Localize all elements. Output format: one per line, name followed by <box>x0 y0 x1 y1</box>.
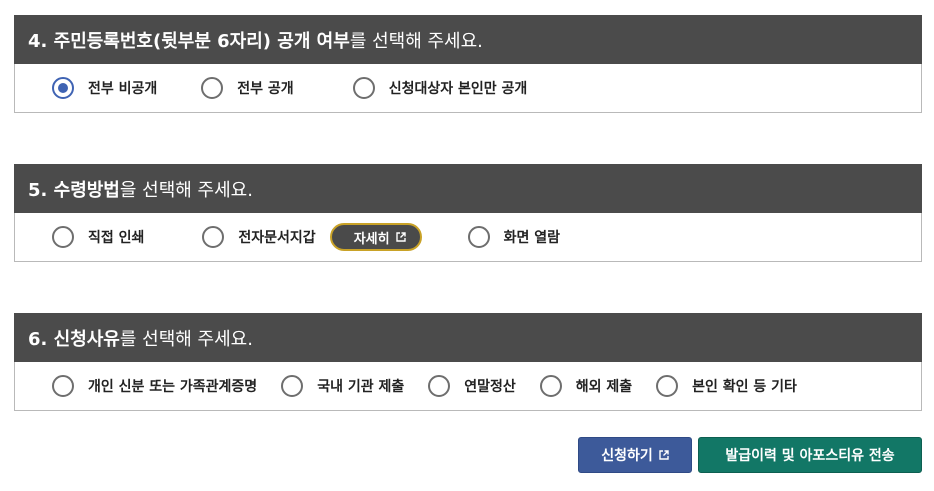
section-receipt-method: 5. 수령방법 을 선택해 주세요. 직접 인쇄 전자문서지갑 자세히 화면 열람 <box>14 164 922 262</box>
option-overseas[interactable]: 해외 제출 <box>539 375 633 397</box>
apply-button-label: 신청하기 <box>601 448 653 464</box>
option-label: 전부 공개 <box>237 81 294 97</box>
section-5-title-suffix: 을 선택해 주세요. <box>119 179 253 201</box>
section-6-title-suffix: 를 선택해 주세요. <box>119 328 253 350</box>
option-label: 화면 열람 <box>503 230 560 246</box>
option-label: 국내 기관 제출 <box>317 379 405 395</box>
option-label: 전자문서지갑 <box>238 230 316 246</box>
radio-icon[interactable] <box>352 77 375 99</box>
issue-history-button-label: 발급이력 및 아포스티유 전송 <box>725 448 895 464</box>
radio-icon[interactable] <box>539 375 562 397</box>
radio-icon[interactable] <box>202 226 225 248</box>
option-label: 연말정산 <box>464 379 516 395</box>
option-label: 신청대상자 본인만 공개 <box>388 81 528 97</box>
radio-icon[interactable] <box>428 375 451 397</box>
section-6-title: 6. 신청사유 <box>28 328 120 350</box>
section-4-title-suffix: 를 선택해 주세요. <box>349 30 483 52</box>
option-direct-print[interactable]: 직접 인쇄 <box>52 226 144 248</box>
radio-icon[interactable] <box>52 375 74 397</box>
section-5-title: 5. 수령방법 <box>28 179 120 201</box>
detail-button-label: 자세히 <box>353 231 390 247</box>
option-all-public[interactable]: 전부 공개 <box>201 77 294 99</box>
section-6-options: 개인 신분 또는 가족관계증명 국내 기관 제출 연말정산 해외 제출 본인 확… <box>14 362 922 411</box>
option-year-end-tax[interactable]: 연말정산 <box>428 375 516 397</box>
radio-icon[interactable] <box>281 375 304 397</box>
option-label: 직접 인쇄 <box>88 230 145 246</box>
option-family-relation[interactable]: 개인 신분 또는 가족관계증명 <box>52 375 257 397</box>
radio-icon[interactable] <box>52 77 74 99</box>
radio-icon[interactable] <box>467 226 490 248</box>
radio-icon[interactable] <box>201 77 224 99</box>
issue-history-apostille-button[interactable]: 발급이력 및 아포스티유 전송 <box>698 437 922 473</box>
option-self-only-public[interactable]: 신청대상자 본인만 공개 <box>352 77 528 99</box>
option-label: 본인 확인 등 기타 <box>692 379 797 395</box>
apply-button[interactable]: 신청하기 <box>578 437 692 473</box>
section-6-header: 6. 신청사유 를 선택해 주세요. <box>14 313 922 362</box>
option-all-private[interactable]: 전부 비공개 <box>52 77 157 99</box>
option-screen-view[interactable]: 화면 열람 <box>467 226 560 248</box>
section-5-options: 직접 인쇄 전자문서지갑 자세히 화면 열람 <box>14 213 922 262</box>
section-application-reason: 6. 신청사유 를 선택해 주세요. 개인 신분 또는 가족관계증명 국내 기관 … <box>14 313 922 411</box>
external-link-icon <box>659 450 669 460</box>
radio-icon[interactable] <box>656 375 679 397</box>
section-4-title: 4. 주민등록번호(뒷부분 6자리) 공개 여부 <box>28 30 350 52</box>
option-label: 해외 제출 <box>575 379 633 395</box>
option-label: 개인 신분 또는 가족관계증명 <box>88 379 258 395</box>
option-e-wallet[interactable]: 전자문서지갑 <box>202 226 316 248</box>
section-4-options: 전부 비공개 전부 공개 신청대상자 본인만 공개 <box>14 64 922 113</box>
section-5-header: 5. 수령방법 을 선택해 주세요. <box>14 164 922 213</box>
section-rrn-disclosure: 4. 주민등록번호(뒷부분 6자리) 공개 여부 를 선택해 주세요. 전부 비공… <box>14 15 922 113</box>
section-4-header: 4. 주민등록번호(뒷부분 6자리) 공개 여부 를 선택해 주세요. <box>14 15 922 64</box>
external-link-icon <box>395 232 406 242</box>
option-label: 전부 비공개 <box>88 81 158 97</box>
option-domestic-agency[interactable]: 국내 기관 제출 <box>281 375 404 397</box>
detail-button[interactable]: 자세히 <box>329 223 422 251</box>
radio-icon[interactable] <box>52 226 74 248</box>
option-other[interactable]: 본인 확인 등 기타 <box>656 375 797 397</box>
